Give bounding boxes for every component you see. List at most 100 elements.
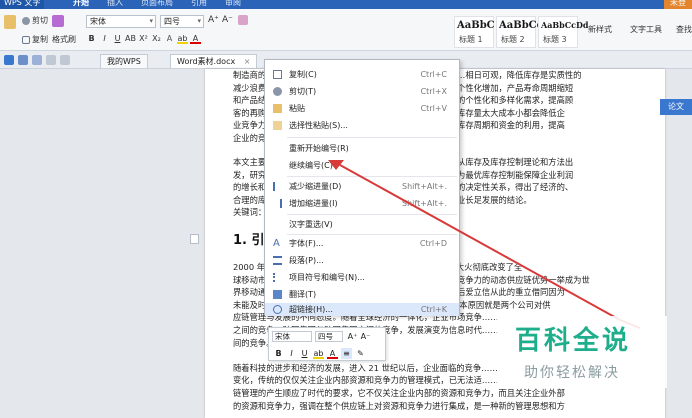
strikethrough-button[interactable]: AB	[125, 33, 136, 44]
outdent-icon	[273, 182, 282, 191]
menu-item-shortcut: Shift+Alt+.	[402, 199, 447, 208]
menu-item-continue-numbering[interactable]: 继续编号(C)	[265, 157, 459, 174]
tab-insert[interactable]: 插入	[98, 0, 132, 9]
menu-item-copy[interactable]: 复制(C) Ctrl+C	[265, 66, 459, 83]
save-icon[interactable]	[4, 55, 14, 65]
paragraph-line: 的资源和竞争力，强调在整个供应链上对资源和竞争力进行集成，是一种新的管理思想和方	[233, 400, 565, 411]
text-effect-button[interactable]: A	[164, 33, 175, 44]
menu-item-paste[interactable]: 粘贴 Ctrl+V	[265, 100, 459, 117]
style-sample: AaBbCcDd	[541, 20, 589, 30]
superscript-button[interactable]: X²	[138, 33, 149, 44]
menu-item-hyperlink[interactable]: 超链接(H)... Ctrl+K	[265, 303, 459, 316]
menu-item-paragraph[interactable]: 段落(P)...	[265, 252, 459, 269]
menu-item-hanzi-reselect[interactable]: 汉字重选(V)	[265, 216, 459, 233]
mini-highlight-button[interactable]: ab	[313, 348, 324, 359]
menu-item-font[interactable]: A 字体(F)... Ctrl+D	[265, 235, 459, 252]
paste-icon	[4, 15, 16, 29]
style-name: 标题 1	[459, 35, 483, 44]
grow-font-button[interactable]: A⁺	[208, 15, 219, 25]
mini-size-select[interactable]: 四号	[315, 331, 343, 342]
menu-item-label: 汉字重选(V)	[289, 220, 333, 229]
menu-item-label: 增加缩进量(I)	[289, 199, 338, 208]
tab-references[interactable]: 引用	[182, 0, 216, 9]
find-button[interactable]: 查找	[676, 24, 692, 35]
bold-button[interactable]: B	[86, 33, 97, 44]
tab-page-layout[interactable]: 页面布局	[132, 0, 182, 9]
mini-toolbar: 宋体 四号 A⁺ A⁻ B I U ab A ≡ ✎	[268, 327, 386, 361]
mini-size-value: 四号	[318, 332, 333, 341]
preview-icon[interactable]	[32, 55, 42, 65]
tab-review[interactable]: 审阅	[216, 0, 250, 9]
font-format-group: B I U AB X² X₂ A ab A	[86, 32, 203, 44]
login-status[interactable]: 未登	[664, 0, 692, 9]
text-tools-button[interactable]: 文字工具	[630, 24, 662, 35]
mini-format-painter-button[interactable]: ✎	[355, 348, 366, 359]
menu-item-shortcut: Shift+Alt+.	[402, 182, 447, 191]
subscript-button[interactable]: X₂	[151, 33, 162, 44]
mini-italic-button[interactable]: I	[286, 348, 297, 359]
format-painter-label: 格式刷	[52, 35, 76, 44]
undo-icon[interactable]	[46, 55, 56, 65]
tab-document[interactable]: Word素材.docx ×	[170, 54, 258, 68]
cut-button[interactable]: 剪切	[22, 15, 48, 26]
menu-item-label: 字体(F)...	[289, 239, 324, 248]
mini-bold-button[interactable]: B	[273, 348, 284, 359]
font-size-value: 四号	[164, 17, 180, 26]
menu-item-restart-numbering[interactable]: 重新开始编号(R)	[265, 140, 459, 157]
brush-icon	[52, 15, 64, 27]
highlight-button[interactable]: ab	[177, 33, 188, 44]
cut-label: 剪切	[32, 16, 48, 25]
format-painter-label-wrap[interactable]: 格式刷	[52, 34, 76, 45]
margin-marker-icon	[190, 234, 199, 244]
font-color-button[interactable]: A	[190, 33, 201, 44]
watermark: 百科全说 助你轻松解决	[497, 316, 667, 388]
mini-shrink-font-button[interactable]: A⁻	[360, 331, 371, 342]
copy-label: 复制	[32, 35, 48, 44]
menu-item-increase-indent[interactable]: 增加缩进量(I) Shift+Alt+.	[265, 195, 459, 212]
style-heading-3[interactable]: AaBbCcDd 标题 3	[538, 16, 589, 48]
format-painter-button[interactable]	[52, 15, 64, 27]
paragraph-line: 链管理的产生顺应了时代的要求，它不仅关注企业内部的资源和竞争力，而且关注企业外部	[233, 388, 565, 398]
shrink-font-button[interactable]: A⁻	[222, 15, 233, 25]
redo-icon[interactable]	[60, 55, 70, 65]
styles-gallery: AaBbC 标题 1 AaBbCc 标题 2 AaBbCcDd 标题 3	[454, 10, 589, 50]
font-size-select[interactable]: 四号 ▾	[160, 15, 204, 28]
menu-item-shortcut: Ctrl+K	[420, 305, 447, 314]
tab-home[interactable]: 开始	[64, 0, 98, 9]
menu-item-label: 段落(P)...	[289, 256, 324, 265]
copy-button[interactable]: 复制	[22, 34, 48, 45]
menu-item-label: 粘贴	[289, 104, 305, 113]
mini-underline-button[interactable]: U	[299, 348, 310, 359]
paste-button[interactable]	[4, 15, 16, 29]
menu-item-shortcut: Ctrl+C	[420, 70, 447, 79]
underline-button[interactable]: U	[112, 33, 123, 44]
menu-item-translate[interactable]: 翻译(T)	[265, 286, 459, 303]
mini-align-button[interactable]: ≡	[341, 348, 352, 359]
menu-item-cut[interactable]: 剪切(T) Ctrl+X	[265, 83, 459, 100]
menu-item-decrease-indent[interactable]: 减少缩进量(D) Shift+Alt+.	[265, 178, 459, 195]
tab-my-wps[interactable]: 我的WPS	[100, 54, 148, 68]
menu-item-shortcut: Ctrl+X	[420, 87, 447, 96]
new-style-button[interactable]: 新样式	[588, 24, 612, 35]
ribbon-tabs: 开始 插入 页面布局 引用 审阅	[64, 0, 250, 9]
style-heading-1[interactable]: AaBbC 标题 1	[454, 16, 495, 48]
mini-font-select[interactable]: 宋体	[272, 331, 312, 342]
app-menu-button[interactable]: WPS 文字	[0, 0, 45, 9]
style-heading-2[interactable]: AaBbCc 标题 2	[496, 16, 543, 48]
link-icon	[273, 305, 282, 314]
list-icon	[273, 273, 282, 282]
close-icon[interactable]: ×	[244, 57, 251, 66]
menu-item-bullets-numbering[interactable]: 项目符号和编号(N)...	[265, 269, 459, 286]
font-name-select[interactable]: 宋体 ▾	[86, 15, 156, 28]
menu-item-paste-special[interactable]: 选择性粘贴(S)...	[265, 117, 459, 134]
print-icon[interactable]	[18, 55, 28, 65]
side-panel-tab[interactable]: 论文	[660, 99, 692, 115]
context-menu: 复制(C) Ctrl+C 剪切(T) Ctrl+X 粘贴 Ctrl+V 选择性粘…	[264, 59, 460, 316]
italic-button[interactable]: I	[99, 33, 110, 44]
mini-font-value: 宋体	[275, 332, 290, 341]
eraser-icon	[238, 15, 248, 25]
clear-format-button[interactable]	[238, 15, 248, 25]
menu-item-label: 项目符号和编号(N)...	[289, 273, 365, 282]
mini-font-color-button[interactable]: A	[327, 348, 338, 359]
mini-grow-font-button[interactable]: A⁺	[347, 331, 358, 342]
